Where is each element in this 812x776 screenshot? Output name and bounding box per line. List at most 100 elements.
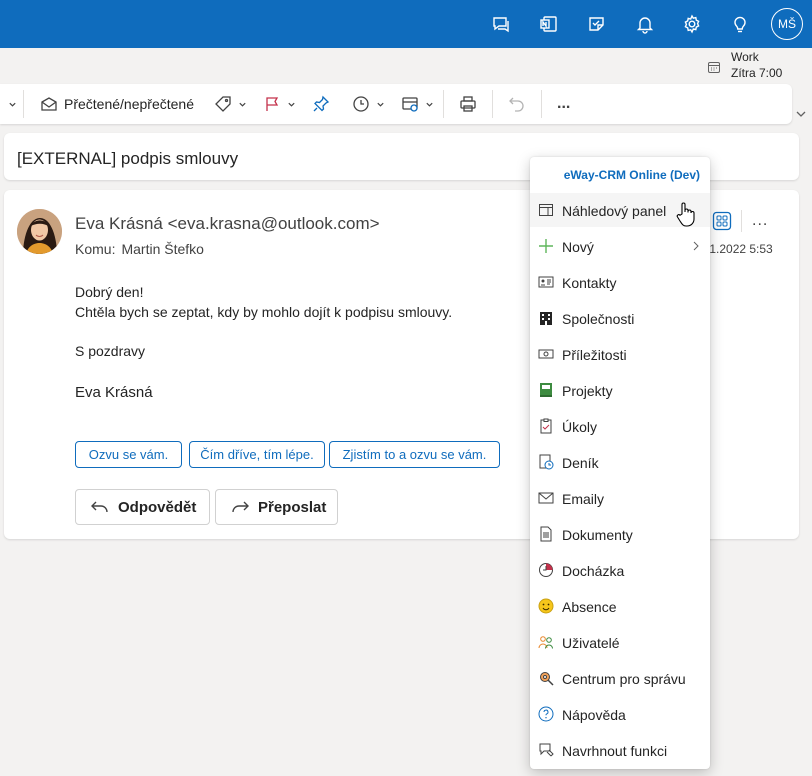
menu-item-label: Deník	[562, 455, 599, 471]
recipients-line: Komu: Martin Štefko	[75, 241, 204, 257]
building-icon	[540, 312, 552, 325]
forward-icon	[232, 501, 249, 513]
toolbar-divider	[541, 90, 542, 118]
forward-button[interactable]: Přeposlat	[215, 489, 338, 525]
menu-header: eWay-CRM Online (Dev)	[563, 168, 700, 182]
read-unread-button[interactable]: Přečtené/nepřečtené	[40, 94, 194, 114]
reminder-time: Zítra 7:00	[731, 66, 783, 80]
user-avatar[interactable]: MŠ	[771, 8, 803, 40]
recipient-name[interactable]: Martin Štefko	[121, 241, 203, 257]
lightbulb-icon[interactable]	[728, 12, 752, 36]
eway-crm-menu: eWay-CRM Online (Dev) Náhledový panel No…	[530, 157, 710, 769]
contact-card-icon	[538, 276, 554, 288]
top-bar: MŠ	[0, 0, 812, 48]
menu-item-emails[interactable]: Emaily	[530, 481, 710, 515]
document-icon	[540, 526, 552, 542]
menu-item-label: Dokumenty	[562, 527, 633, 543]
menu-item-label: Docházka	[562, 563, 625, 579]
menu-item-projects[interactable]: Projekty	[530, 373, 710, 407]
onenote-icon[interactable]	[537, 12, 561, 36]
menu-item-help[interactable]: Nápověda	[530, 697, 710, 731]
plus-icon	[539, 239, 553, 253]
flag-icon	[266, 97, 279, 111]
body-signature: Eva Krásná	[75, 384, 153, 401]
suggested-reply-button[interactable]: Zjistím to a ozvu se vám.	[329, 441, 500, 468]
toolbar-divider	[443, 90, 444, 118]
calendar-icon	[708, 62, 720, 73]
chevron-right-icon	[693, 241, 699, 251]
suggested-reply-button[interactable]: Ozvu se vám.	[75, 441, 182, 468]
bell-icon[interactable]	[633, 12, 657, 36]
menu-item-label: Příležitosti	[562, 347, 627, 363]
gear-icon[interactable]	[680, 12, 704, 36]
menu-item-label: Náhledový panel	[562, 203, 667, 219]
suggested-reply-button[interactable]: Čím dříve, tím lépe.	[189, 441, 325, 468]
sender-name[interactable]: Eva Krásná <eva.krasna@outlook.com>	[75, 214, 380, 234]
sender-avatar[interactable]	[17, 209, 62, 254]
reply-icon	[91, 501, 108, 513]
journal-icon	[539, 454, 554, 470]
message-more-button[interactable]: ...	[752, 212, 768, 230]
reply-button[interactable]: Odpovědět	[75, 489, 210, 525]
project-book-icon	[540, 383, 552, 397]
menu-item-admin-center[interactable]: Centrum pro správu	[530, 661, 710, 695]
body-greeting: Dobrý den!	[75, 284, 144, 300]
more-actions-button[interactable]: ...	[557, 94, 570, 114]
rules-icon	[402, 97, 418, 112]
flag-button[interactable]	[263, 94, 296, 114]
header-divider	[741, 210, 742, 232]
users-icon	[538, 636, 553, 649]
menu-item-companies[interactable]: Společnosti	[530, 301, 710, 335]
rules-button[interactable]	[401, 94, 434, 114]
menu-item-documents[interactable]: Dokumenty	[530, 517, 710, 551]
toolbar-divider	[492, 90, 493, 118]
eway-addin-icon[interactable]	[712, 211, 732, 231]
toolbar-dropdown-chevron[interactable]	[8, 94, 17, 114]
envelope-icon	[538, 492, 554, 504]
smiley-icon	[538, 598, 554, 614]
menu-item-label: Nový	[562, 239, 594, 255]
chat-icon[interactable]	[489, 12, 513, 36]
snooze-button[interactable]	[352, 94, 385, 114]
clock-icon	[353, 96, 369, 112]
command-toolbar: Přečtené/nepřečtené ...	[0, 84, 792, 124]
undo-button[interactable]	[508, 94, 526, 114]
menu-item-label: Navrhnout funkci	[562, 743, 668, 759]
menu-item-label: Uživatelé	[562, 635, 620, 651]
reminder-notification[interactable]: Work Zítra 7:00	[706, 50, 806, 80]
chevron-down-icon[interactable]	[795, 108, 807, 120]
menu-item-new[interactable]: Nový	[530, 229, 710, 263]
hand-cursor-icon	[676, 202, 695, 227]
menu-item-contacts[interactable]: Kontakty	[530, 265, 710, 299]
note-icon[interactable]	[585, 12, 609, 36]
menu-item-label: Úkoly	[562, 419, 598, 435]
menu-item-tasks[interactable]: Úkoly	[530, 409, 710, 443]
help-icon	[538, 706, 554, 722]
envelope-open-icon	[41, 97, 57, 111]
menu-item-suggest-feature[interactable]: Navrhnout funkci	[530, 733, 710, 767]
pin-button[interactable]	[312, 94, 330, 114]
menu-item-label: Centrum pro správu	[562, 671, 686, 687]
menu-item-label: Nápověda	[562, 707, 626, 723]
message-date: .1.2022 5:53	[706, 242, 773, 256]
reminder-title: Work	[731, 50, 759, 64]
body-closing: S pozdravy	[75, 343, 146, 359]
tag-icon	[215, 96, 231, 112]
read-unread-label: Přečtené/nepřečtené	[64, 96, 194, 112]
categorize-button[interactable]	[214, 94, 247, 114]
menu-item-opportunities[interactable]: Příležitosti	[530, 337, 710, 371]
forward-label: Přeposlat	[258, 498, 327, 516]
preview-panel-icon	[539, 204, 553, 216]
suggest-feature-icon	[539, 743, 554, 757]
money-icon	[538, 349, 554, 359]
menu-item-label: Projekty	[562, 383, 613, 399]
menu-item-attendance[interactable]: Docházka	[530, 553, 710, 587]
menu-item-label: Společnosti	[562, 311, 635, 327]
to-label: Komu:	[75, 241, 116, 257]
print-button[interactable]	[459, 94, 477, 114]
reply-label: Odpovědět	[118, 498, 197, 516]
menu-item-users[interactable]: Uživatelé	[530, 625, 710, 659]
toolbar-divider	[23, 90, 24, 118]
menu-item-journal[interactable]: Deník	[530, 445, 710, 479]
menu-item-absence[interactable]: Absence	[530, 589, 710, 623]
